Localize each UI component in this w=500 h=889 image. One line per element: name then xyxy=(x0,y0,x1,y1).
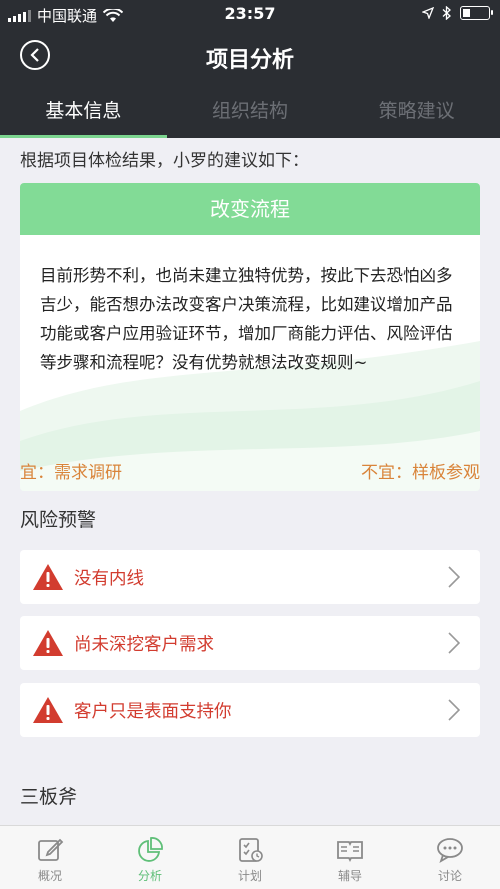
risk-item-label: 尚未深挖客户需求 xyxy=(74,634,214,655)
tabbar-item-discussion[interactable]: 讨论 xyxy=(400,826,500,889)
risk-item[interactable]: 尚未深挖客户需求 xyxy=(20,616,480,670)
tab-basic-info[interactable]: 基本信息 xyxy=(0,84,167,138)
chevron-right-icon xyxy=(448,566,460,588)
tabbar-label: 计划 xyxy=(237,869,262,883)
tabbar-label: 讨论 xyxy=(437,869,462,883)
discouraged-action: 不宜：样板参观 xyxy=(361,463,480,483)
status-bar: 中国联通 23:57 xyxy=(0,0,500,28)
edit-icon xyxy=(38,838,64,861)
risk-item[interactable]: 客户只是表面支持你 xyxy=(20,683,480,737)
battery-icon xyxy=(460,6,493,20)
tabbar-item-analysis[interactable]: 分析 xyxy=(100,826,200,889)
tab-strategy[interactable]: 策略建议 xyxy=(333,84,500,138)
tabbar-item-overview[interactable]: 概况 xyxy=(0,826,100,889)
tabbar-label: 辅导 xyxy=(337,869,362,883)
tabbar-item-coaching[interactable]: 辅导 xyxy=(300,826,400,889)
chevron-right-icon xyxy=(448,699,460,721)
advice-card-body: 目前形势不利，也尚未建立独特优势，按此下去恐怕凶多吉少，能否想办法改变客户决策流… xyxy=(40,266,453,372)
tabbar-label: 概况 xyxy=(37,869,62,883)
risk-item-label: 客户只是表面支持你 xyxy=(74,701,232,722)
nav-bar: 项目分析 xyxy=(0,28,500,84)
bluetooth-icon xyxy=(442,6,451,20)
recommended-action: 宜：需求调研 xyxy=(20,463,122,483)
chevron-right-icon xyxy=(448,632,460,654)
intro-text: 根据项目体检结果，小罗的建议如下： xyxy=(20,151,309,171)
three-axes-section-title: 三板斧 xyxy=(20,786,78,808)
bottom-tab-bar: 概况 分析 计划 辅导 讨论 xyxy=(0,825,500,889)
pie-chart-icon xyxy=(138,837,163,862)
tabbar-item-plan[interactable]: 计划 xyxy=(200,826,300,889)
advice-card: 改变流程 目前形势不利，也尚未建立独特优势，按此下去恐怕凶多吉少，能否想办法改变… xyxy=(20,183,480,491)
checklist-icon xyxy=(239,838,263,862)
risk-item[interactable]: 没有内线 xyxy=(20,550,480,604)
chat-bubble-icon xyxy=(437,838,463,863)
location-arrow-icon xyxy=(422,7,434,19)
book-icon xyxy=(337,841,363,863)
tabbar-label: 分析 xyxy=(137,869,162,883)
tab-org-structure[interactable]: 组织结构 xyxy=(167,84,334,138)
segment-tabs: 基本信息 组织结构 策略建议 xyxy=(0,84,500,138)
warning-icon xyxy=(33,564,63,590)
page-title: 项目分析 xyxy=(205,48,294,73)
advice-card-title: 改变流程 xyxy=(20,183,480,235)
risk-item-label: 没有内线 xyxy=(74,568,144,589)
warning-icon xyxy=(33,697,63,723)
risk-section-title: 风险预警 xyxy=(20,509,97,531)
warning-icon xyxy=(33,630,63,656)
